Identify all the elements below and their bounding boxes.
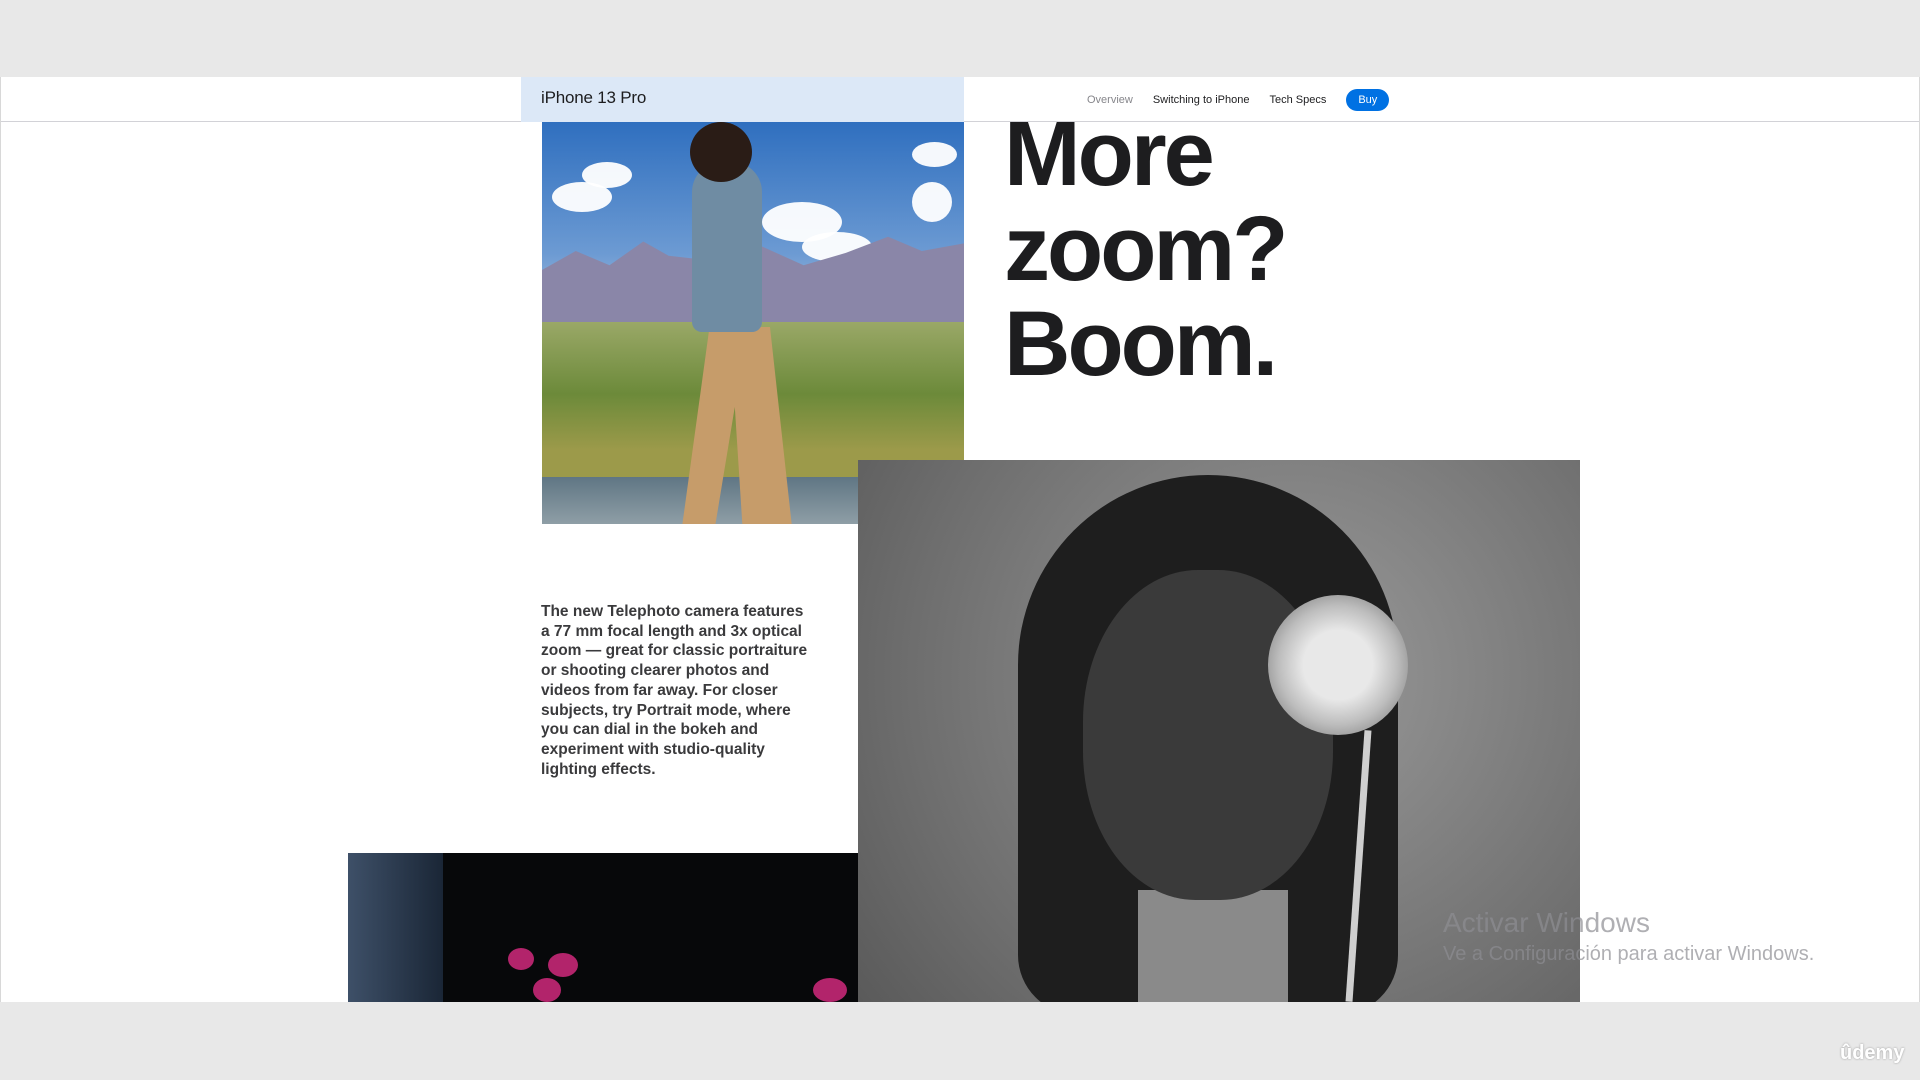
allium-flower (1268, 595, 1408, 735)
headline-line: zoom? (1004, 198, 1288, 300)
udemy-logo: ûdemy (1840, 1042, 1905, 1064)
hiker-torso (692, 162, 762, 332)
browser-viewport: iPhone 13 Pro Overview Switching to iPho… (0, 77, 1920, 1002)
product-nav: iPhone 13 Pro Overview Switching to iPho… (1, 77, 1919, 122)
watermark-subtitle: Ve a Configuración para activar Windows. (1443, 943, 1815, 965)
flowers-photo (348, 853, 858, 1002)
hiker-head (690, 122, 752, 182)
portrait-turtleneck (1138, 890, 1288, 1002)
cloud (912, 142, 957, 167)
pink-flower (533, 978, 561, 1002)
windows-activation-watermark: Activar Windows Ve a Configuración para … (1443, 907, 1814, 966)
product-title[interactable]: iPhone 13 Pro (541, 88, 646, 108)
buy-button[interactable]: Buy (1346, 88, 1390, 111)
telephoto-description: The new Telephoto camera features a 77 m… (541, 603, 808, 778)
nav-link-switching-to-iphone[interactable]: Switching to iPhone (1153, 94, 1250, 106)
headline: More zoom? Boom. (1004, 107, 1288, 395)
nav-link-tech-specs[interactable]: Tech Specs (1269, 94, 1326, 106)
pink-flower (813, 978, 847, 1002)
screen: iPhone 13 Pro Overview Switching to iPho… (0, 0, 1920, 1080)
cloud (582, 162, 632, 188)
watermark-title: Activar Windows (1443, 907, 1650, 938)
headline-line: Boom. (1004, 293, 1278, 395)
nav-links: Overview Switching to iPhone Tech Specs … (1087, 77, 1390, 122)
cloud (912, 182, 952, 222)
nav-link-overview[interactable]: Overview (1087, 94, 1133, 106)
pink-flower (508, 948, 534, 970)
window-light (348, 853, 443, 1002)
pink-flower (548, 953, 578, 977)
